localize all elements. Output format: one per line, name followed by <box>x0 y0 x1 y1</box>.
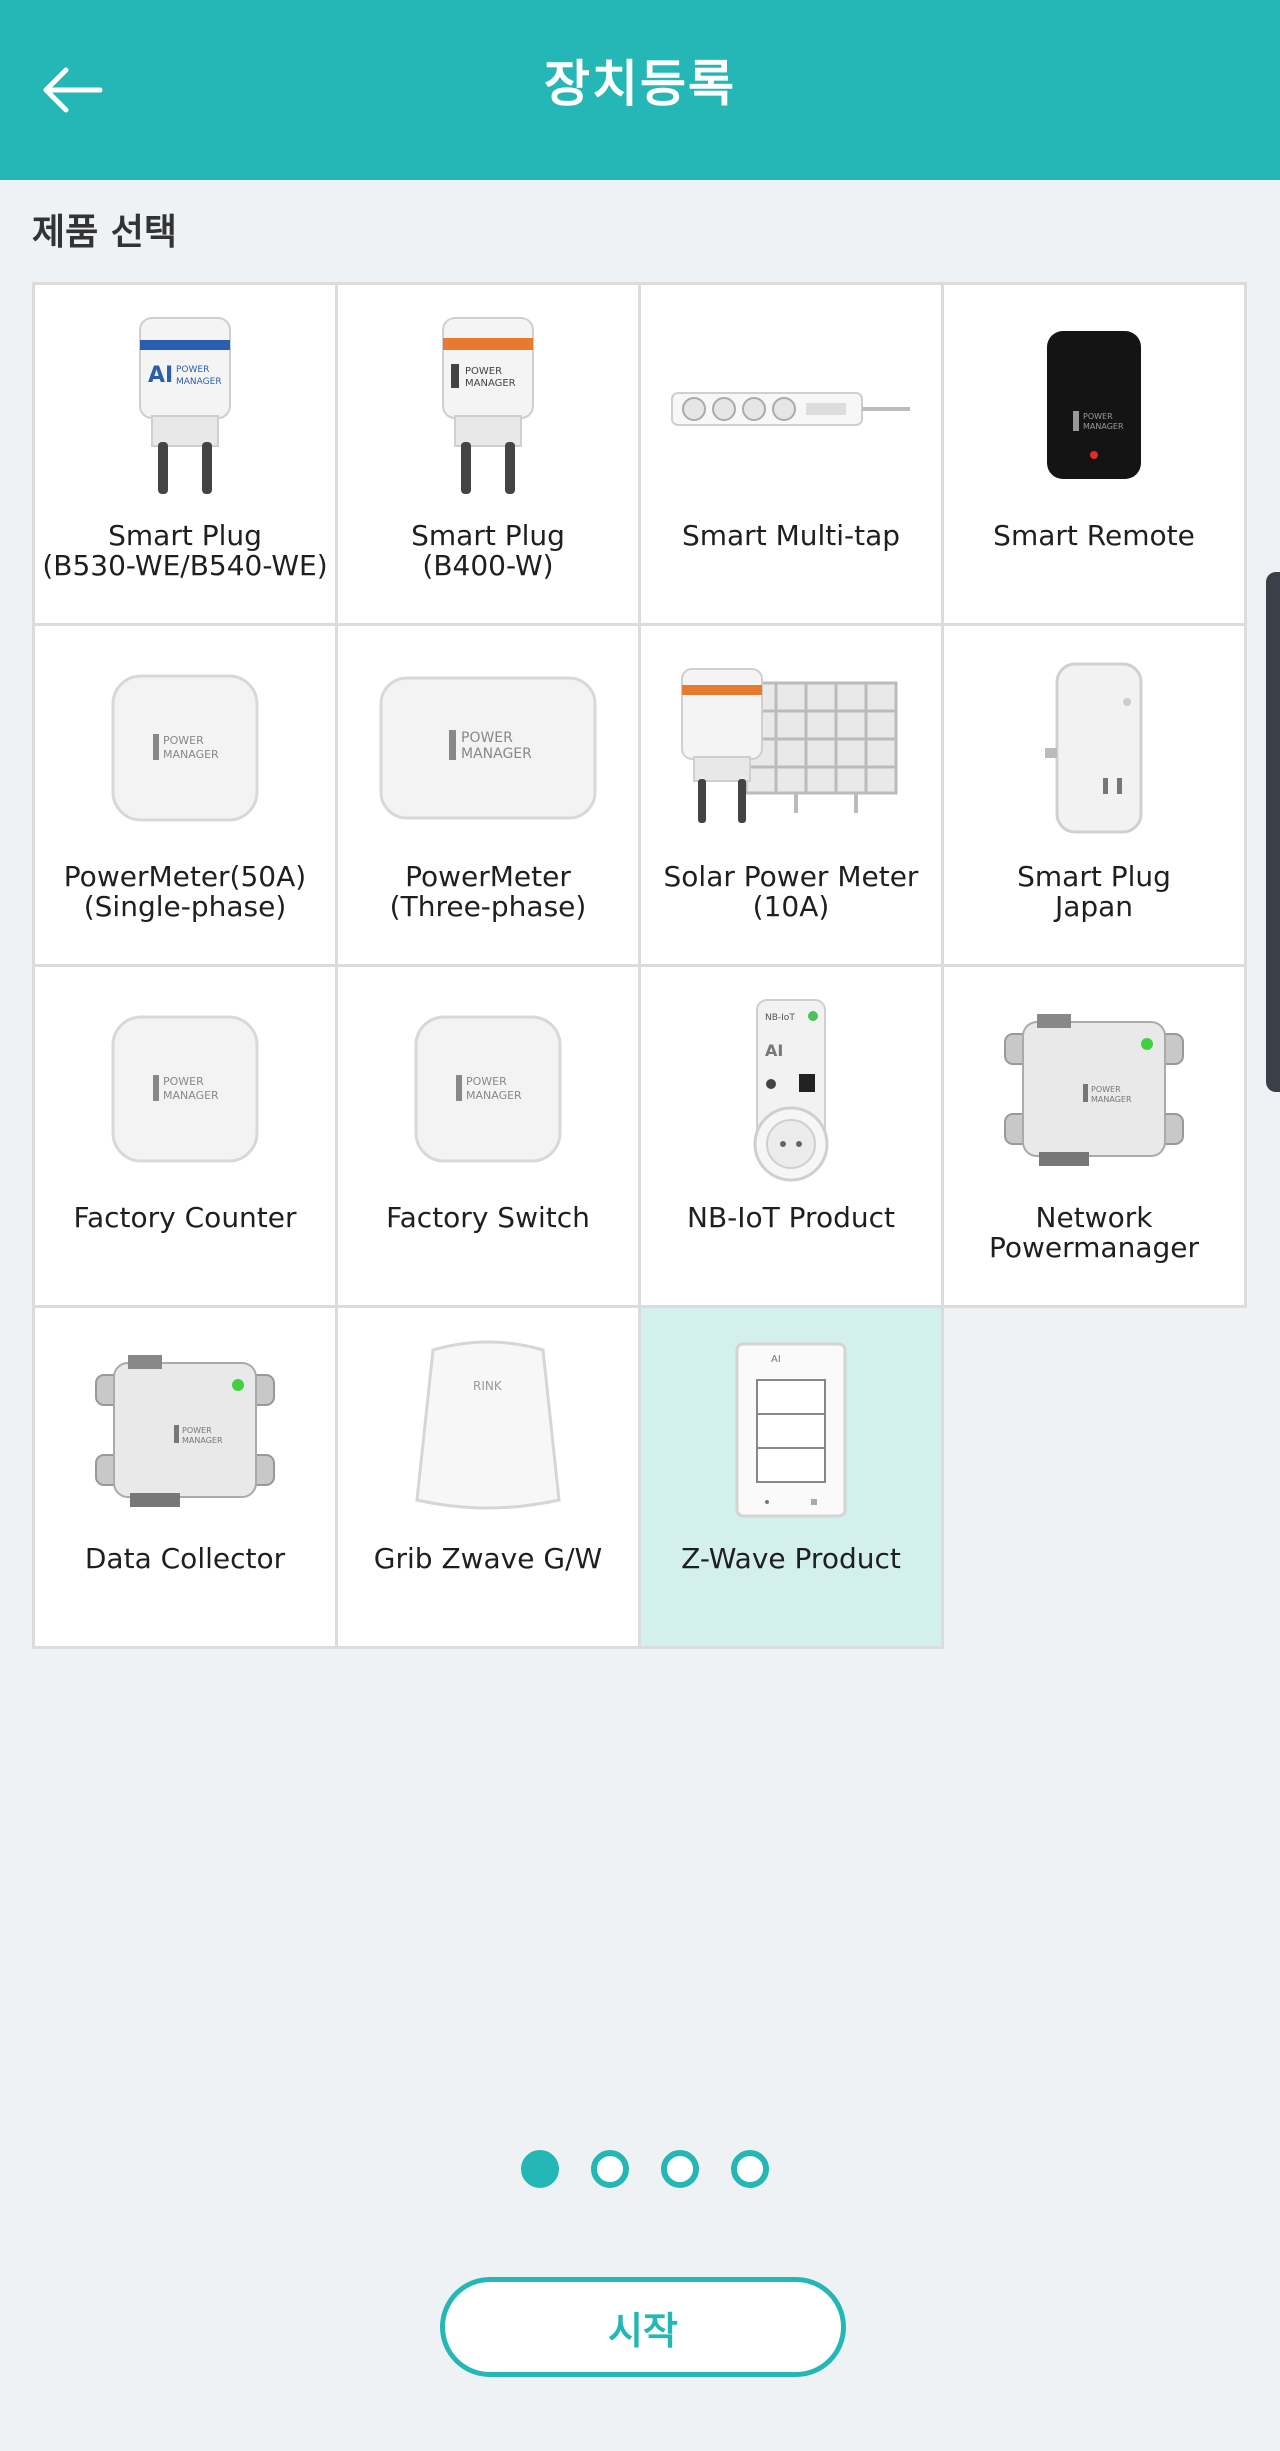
svg-text:MANAGER: MANAGER <box>182 1436 223 1445</box>
svg-text:MANAGER: MANAGER <box>1091 1095 1132 1104</box>
factory-switch-image: POWER MANAGER <box>338 981 638 1197</box>
product-tile-grib-zwave-gw[interactable]: RINK Grib Zwave G/W <box>335 1305 641 1649</box>
factory-counter-image: POWER MANAGER <box>35 981 335 1197</box>
product-label: Solar Power Meter (10A) <box>663 860 919 923</box>
multitap-image <box>641 299 941 515</box>
start-button[interactable]: 시작 <box>440 2277 846 2377</box>
app-header: 장치등록 <box>0 0 1280 180</box>
svg-text:NB-IoT: NB-IoT <box>765 1013 795 1023</box>
product-tile-factory-counter[interactable]: POWER MANAGER Factory Counter <box>32 964 338 1308</box>
network-powermanager-image: POWER MANAGER <box>944 981 1244 1197</box>
svg-text:MANAGER: MANAGER <box>163 1089 219 1102</box>
product-tile-factory-switch[interactable]: POWER MANAGER Factory Switch <box>335 964 641 1308</box>
svg-text:POWER: POWER <box>466 1075 507 1088</box>
svg-text:POWER: POWER <box>163 1075 204 1088</box>
page-dot-4[interactable] <box>731 2150 769 2188</box>
svg-text:POWER: POWER <box>1091 1085 1121 1094</box>
smart-remote-image: POWER MANAGER <box>944 299 1244 515</box>
svg-text:MANAGER: MANAGER <box>466 1089 522 1102</box>
product-label: NB-IoT Product <box>687 1201 895 1234</box>
page-indicator <box>515 2150 775 2188</box>
product-label: PowerMeter(50A) (Single-phase) <box>63 860 307 923</box>
page-dot-2[interactable] <box>591 2150 629 2188</box>
edge-panel-handle[interactable] <box>1266 572 1280 1092</box>
page-title: 장치등록 <box>544 55 736 113</box>
page-dot-3[interactable] <box>661 2150 699 2188</box>
product-label: PowerMeter (Three-phase) <box>389 860 587 923</box>
svg-text:POWER: POWER <box>465 366 502 377</box>
product-tile-zwave-product[interactable]: AI Z-Wave Product <box>638 1305 944 1649</box>
svg-text:AI: AI <box>765 1041 783 1060</box>
product-tile-solar-meter[interactable]: Solar Power Meter (10A) <box>638 623 944 967</box>
product-label: Smart Plug (B400-W) <box>411 519 565 582</box>
zwave-gateway-image: RINK <box>338 1322 638 1538</box>
powermeter-image: POWER MANAGER <box>35 640 335 856</box>
svg-text:MANAGER: MANAGER <box>461 746 532 762</box>
product-tile-smart-plug-b400[interactable]: POWER MANAGER Smart Plug (B400-W) <box>335 282 641 626</box>
product-grid: AI POWER MANAGER Smart Plug (B530-WE/B54… <box>32 282 1250 1654</box>
svg-text:MANAGER: MANAGER <box>163 748 219 761</box>
svg-text:POWER: POWER <box>461 730 513 746</box>
smart-plug-image: POWER MANAGER <box>338 299 638 515</box>
svg-text:POWER: POWER <box>163 734 204 747</box>
svg-text:POWER: POWER <box>1083 412 1113 421</box>
product-label: Network Powermanager <box>988 1201 1199 1264</box>
product-label: Factory Switch <box>386 1201 590 1234</box>
nbiot-device-image: NB-IoT AI <box>641 981 941 1197</box>
svg-text:RINK: RINK <box>473 1379 503 1393</box>
svg-text:MANAGER: MANAGER <box>1083 422 1124 431</box>
product-label: Data Collector <box>84 1542 286 1575</box>
page-dot-1[interactable] <box>521 2150 559 2188</box>
product-label: Smart Multi-tap <box>681 519 901 552</box>
product-tile-network-powermanager[interactable]: POWER MANAGER Network Powermanager <box>941 964 1247 1308</box>
section-title: 제품 선택 <box>32 212 178 253</box>
product-label: Smart Plug Japan <box>1017 860 1171 923</box>
product-label: Factory Counter <box>73 1201 297 1234</box>
product-tile-smart-plug-japan[interactable]: Smart Plug Japan <box>941 623 1247 967</box>
smart-plug-image: AI POWER MANAGER <box>35 299 335 515</box>
product-tile-nbiot[interactable]: NB-IoT AI NB-IoT Product <box>638 964 944 1308</box>
product-tile-powermeter-three[interactable]: POWER MANAGER PowerMeter (Three-phase) <box>335 623 641 967</box>
solar-meter-image <box>641 640 941 856</box>
smart-plug-japan-image <box>944 640 1244 856</box>
product-tile-smart-remote[interactable]: POWER MANAGER Smart Remote <box>941 282 1247 626</box>
product-label: Grib Zwave G/W <box>373 1542 603 1575</box>
product-label: Smart Remote <box>993 519 1195 552</box>
svg-text:MANAGER: MANAGER <box>176 377 222 387</box>
svg-text:MANAGER: MANAGER <box>465 378 516 389</box>
product-tile-data-collector[interactable]: POWER MANAGER Data Collector <box>32 1305 338 1649</box>
svg-text:AI: AI <box>148 363 173 388</box>
product-tile-powermeter-single[interactable]: POWER MANAGER PowerMeter(50A) (Single-ph… <box>32 623 338 967</box>
product-tile-smart-multitap[interactable]: Smart Multi-tap <box>638 282 944 626</box>
data-collector-image: POWER MANAGER <box>35 1322 335 1538</box>
product-tile-smart-plug-b530[interactable]: AI POWER MANAGER Smart Plug (B530-WE/B54… <box>32 282 338 626</box>
product-label: Smart Plug (B530-WE/B540-WE) <box>42 519 328 582</box>
powermeter-image: POWER MANAGER <box>338 640 638 856</box>
zwave-switch-image: AI <box>641 1322 941 1538</box>
product-label: Z-Wave Product <box>681 1542 901 1575</box>
svg-text:POWER: POWER <box>176 365 209 375</box>
svg-text:AI: AI <box>771 1354 781 1365</box>
svg-text:POWER: POWER <box>182 1426 212 1435</box>
